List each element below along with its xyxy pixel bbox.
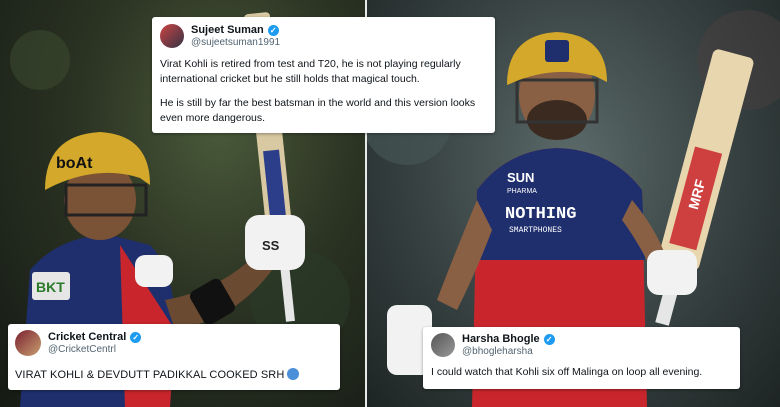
tweet-author-name[interactable]: Sujeet Suman xyxy=(191,24,264,36)
cooking-emoji-icon xyxy=(287,368,300,380)
jersey-text-sun: SUN xyxy=(507,170,534,185)
tweet-author-handle[interactable]: @CricketCentrl xyxy=(48,344,141,355)
glove-brand-text: SS xyxy=(262,238,280,253)
tweet-author-name[interactable]: Cricket Central xyxy=(48,331,126,343)
avatar[interactable] xyxy=(15,330,41,356)
jersey-text-pharma: PHARMA xyxy=(507,188,537,195)
helmet-brand-text: boAt xyxy=(56,155,93,172)
tweet-card-harsha[interactable]: Harsha Bhogle ✓ @bhogleharsha I could wat… xyxy=(423,327,740,389)
tweet-text-paragraph-1: Virat Kohli is retired from test and T20… xyxy=(160,58,461,85)
tweet-author-handle[interactable]: @bhogleharsha xyxy=(462,346,555,357)
tweet-card-cricket-central[interactable]: Cricket Central ✓ @CricketCentrl VIRAT KO… xyxy=(8,324,340,390)
jersey-text-smartphones: SMARTPHONES xyxy=(509,226,562,235)
jersey-text-nothing: NOTHING xyxy=(505,205,576,224)
verified-badge-icon: ✓ xyxy=(267,24,279,36)
tweet-text: I could watch that Kohli six off Malinga… xyxy=(431,366,703,378)
tweet-text: VIRAT KOHLI & DEVDUTT PADIKKAL COOKED SR… xyxy=(15,369,285,381)
tweet-author-name[interactable]: Harsha Bhogle xyxy=(462,333,540,345)
avatar[interactable] xyxy=(160,24,184,48)
avatar[interactable] xyxy=(431,333,455,357)
jersey-sponsor-text: BKT xyxy=(36,279,65,295)
tweet-author-handle[interactable]: @sujeetsuman1991 xyxy=(191,37,280,48)
tweet-text-paragraph-2: He is still by far the best batsman in t… xyxy=(160,97,476,124)
tweet-card-sujeet[interactable]: Sujeet Suman ✓ @sujeetsuman1991 Virat Koh… xyxy=(152,17,495,133)
verified-badge-icon: ✓ xyxy=(130,331,142,343)
verified-badge-icon: ✓ xyxy=(543,333,555,345)
